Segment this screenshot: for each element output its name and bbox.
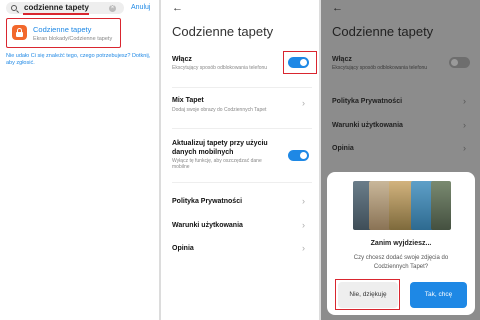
enable-label: Włącz [332, 56, 352, 63]
chevron-right-icon: › [463, 143, 466, 153]
feedback-link[interactable]: Nie udało Ci się znaleźć tego, czego pot… [6, 53, 156, 67]
chevron-right-icon: › [302, 98, 305, 108]
no-thanks-button[interactable]: Nie, dziękuję [338, 282, 398, 308]
search-query[interactable]: codzienne tapety [24, 3, 89, 12]
page-title: Codzienne tapety [332, 24, 434, 39]
dialog-panel: ← Codzienne tapety Włącz Ekscytujący spo… [321, 0, 480, 320]
exit-dialog: Zanim wyjdziesz... Czy chcesz dodać swoj… [327, 172, 475, 315]
privacy-item[interactable]: Polityka Prywatności [172, 198, 242, 205]
chevron-right-icon: › [463, 120, 466, 130]
wallpaper-preview-images [353, 181, 451, 230]
dialog-text: Czy chcesz dodać swoje zdjęcia do Codzie… [327, 254, 475, 272]
chevron-right-icon: › [463, 96, 466, 106]
opinion-item: Opinia [332, 145, 354, 152]
chevron-right-icon: › [302, 220, 305, 230]
dialog-text-line2: Codziennych Tapet? [373, 264, 429, 270]
back-arrow-icon[interactable]: ← [172, 2, 183, 14]
enable-desc: Ekscytujący sposób odblokowania telefonu [172, 65, 268, 71]
mobile-data-desc-line2: mobilne [172, 164, 190, 170]
search-icon [11, 5, 17, 11]
back-arrow-icon: ← [332, 2, 343, 14]
page-title: Codzienne tapety [172, 24, 274, 39]
terms-item: Warunki użytkowania [332, 122, 403, 129]
mix-desc: Dodaj swoje obrazy do Codziennych Tapet [172, 107, 267, 113]
opinion-item[interactable]: Opinia [172, 245, 194, 252]
enable-toggle-dimmed [449, 57, 470, 68]
chevron-right-icon: › [302, 196, 305, 206]
chevron-right-icon: › [302, 243, 305, 253]
mix-label[interactable]: Mix Tapet [172, 97, 204, 104]
enable-toggle[interactable] [288, 57, 309, 68]
search-panel: codzienne tapety × Anuluj Codzienne tape… [0, 0, 159, 320]
query-highlight-underline [23, 13, 89, 15]
settings-panel: ← Codzienne tapety Włącz Ekscytujący spo… [161, 0, 319, 320]
terms-item[interactable]: Warunki użytkowania [172, 222, 243, 229]
result-title: Codzienne tapety [33, 25, 92, 34]
clear-icon[interactable]: × [109, 5, 116, 12]
dialog-title: Zanim wyjdziesz... [370, 240, 432, 247]
mobile-data-label-line2: danych mobilnych [172, 149, 234, 156]
yes-button[interactable]: Tak, chcę [410, 282, 467, 308]
mobile-data-toggle[interactable] [288, 150, 309, 161]
mobile-data-label-line1: Aktualizuj tapety przy użyciu [172, 140, 268, 147]
privacy-item: Polityka Prywatności [332, 98, 403, 105]
dialog-text-line1: Czy chcesz dodać swoje zdjęcia do [353, 255, 449, 261]
search-input[interactable]: codzienne tapety × [6, 2, 124, 15]
enable-label: Włącz [172, 56, 192, 63]
lock-icon [12, 25, 27, 40]
result-subtitle: Ekran blokady/Codzienne tapety [33, 36, 113, 42]
cancel-button[interactable]: Anuluj [131, 4, 150, 11]
enable-desc: Ekscytujący sposób odblokowania telefonu [332, 65, 428, 71]
search-result[interactable]: Codzienne tapety Ekran blokady/Codzienne… [6, 18, 121, 48]
